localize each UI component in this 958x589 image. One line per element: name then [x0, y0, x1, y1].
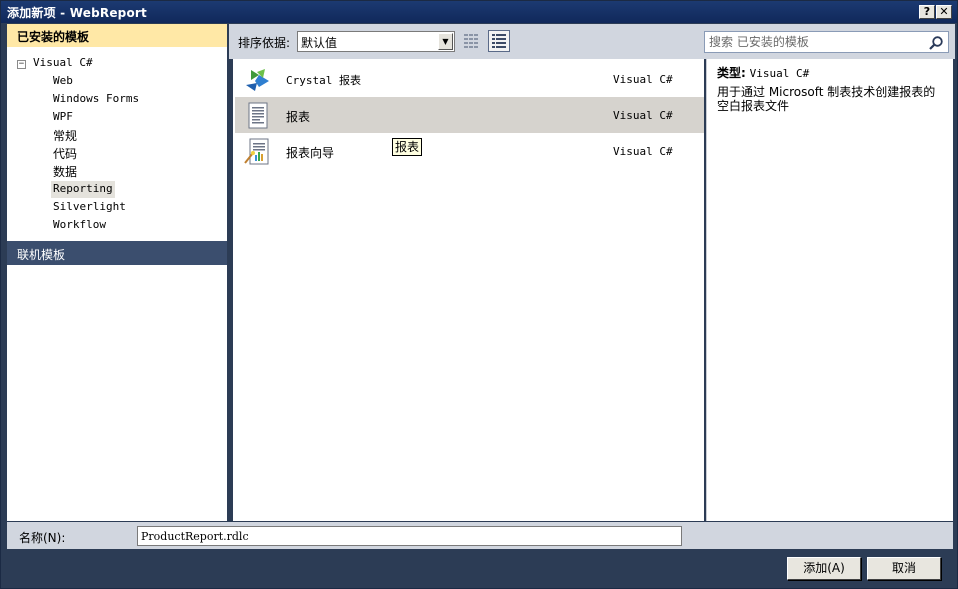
left-pane-blank [7, 265, 227, 521]
tree-item-web[interactable]: Web [51, 73, 75, 90]
grid-view-icon [464, 34, 478, 48]
template-language: Visual C# [613, 109, 673, 122]
hover-tooltip: 报表 [392, 138, 423, 156]
template-language: Visual C# [613, 73, 673, 86]
template-language: Visual C# [613, 145, 673, 158]
tree-item-silverlight[interactable]: Silverlight [51, 199, 128, 216]
help-button[interactable]: ? [919, 5, 935, 19]
report-wizard-icon [244, 138, 269, 165]
tree-item-windows-forms[interactable]: Windows Forms [51, 91, 141, 108]
search-bar-area [704, 24, 955, 59]
template-description: 用于通过 Microsoft 制表技术创建报表的空白报表文件 [717, 85, 936, 113]
tree-item-general[interactable]: 常规 [51, 127, 79, 144]
tree-node-visual-csharp[interactable]: − Visual C# [17, 56, 93, 74]
add-new-item-dialog: 添加新项 - WebReport ? ✕ 已安装的模板 − Visual C# W… [0, 0, 958, 589]
sort-dropdown[interactable]: 默认值 ▼ [297, 31, 455, 52]
name-row: 名称(N): [7, 522, 953, 549]
sort-selected-value: 默认值 [301, 36, 338, 50]
add-button[interactable]: 添加(A) [787, 557, 861, 580]
installed-templates-header[interactable]: 已安装的模板 [7, 24, 227, 47]
title-bar[interactable]: 添加新项 - WebReport ? ✕ [1, 1, 957, 23]
search-icon[interactable] [928, 35, 944, 51]
dialog-footer: 添加(A) 取消 [7, 549, 953, 587]
tree-root-label: Visual C# [33, 56, 93, 69]
cancel-button[interactable]: 取消 [867, 557, 941, 580]
list-view-icon [492, 34, 506, 48]
dialog-title: 添加新项 - WebReport [7, 6, 147, 20]
list-view-button[interactable] [488, 30, 510, 52]
online-templates-header[interactable]: 联机模板 [7, 241, 227, 265]
close-button[interactable]: ✕ [936, 5, 952, 19]
sort-label: 排序依据: [238, 36, 291, 50]
template-row-report[interactable]: 报表 Visual C# [235, 97, 704, 133]
report-icon [248, 102, 268, 129]
type-label: 类型: [717, 66, 746, 80]
dropdown-arrow-icon[interactable]: ▼ [438, 33, 453, 50]
tree-item-workflow[interactable]: Workflow [51, 217, 108, 234]
tree-item-reporting[interactable]: Reporting [51, 181, 115, 198]
template-row-crystal-report[interactable]: Crystal 报表 Visual C# [235, 61, 704, 97]
collapse-toggle-icon[interactable]: − [17, 60, 26, 69]
search-input[interactable] [709, 34, 924, 50]
tree-item-code[interactable]: 代码 [51, 145, 79, 162]
tree-item-data[interactable]: 数据 [51, 163, 79, 180]
template-categories-pane: 已安装的模板 − Visual C# Web Windows Forms WPF … [7, 24, 227, 521]
name-label: 名称(N): [19, 531, 66, 545]
template-name: 报表向导 [286, 146, 335, 160]
sort-toolbar: 排序依据: 默认值 ▼ [229, 24, 704, 59]
search-box[interactable] [704, 31, 949, 53]
tree-item-wpf[interactable]: WPF [51, 109, 75, 126]
template-row-report-wizard[interactable]: 报表向导 Visual C# [235, 133, 704, 169]
grid-view-button[interactable] [460, 30, 482, 52]
template-details-pane: 类型: Visual C# 用于通过 Microsoft 制表技术创建报表的空白… [706, 59, 953, 521]
template-type-line: 类型: Visual C# [717, 64, 809, 81]
template-list: Crystal 报表 Visual C# 报表 Visual C# 报表向导 V… [233, 59, 704, 521]
type-value: Visual C# [749, 67, 810, 80]
template-name: Crystal 报表 [286, 74, 361, 87]
file-name-input[interactable] [137, 526, 682, 546]
crystal-report-icon [246, 69, 269, 91]
template-name: 报表 [286, 110, 311, 124]
